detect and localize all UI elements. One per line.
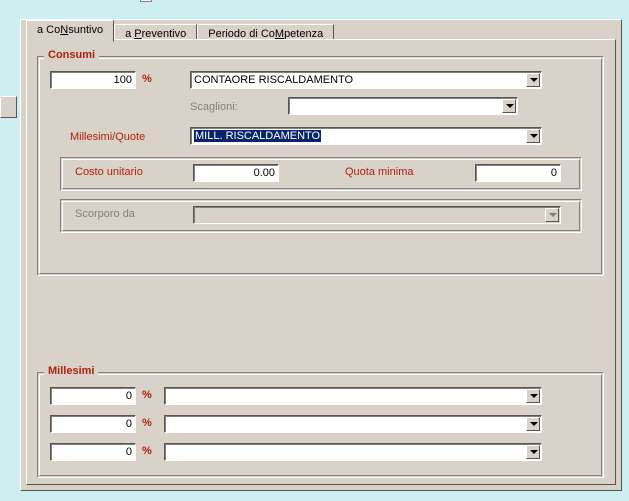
chevron-down-icon[interactable] xyxy=(526,417,540,431)
percent-symbol: % xyxy=(142,445,152,457)
percent-symbol: % xyxy=(142,417,152,429)
millesimi-row2-pct[interactable] xyxy=(50,415,136,433)
millesimi-row2-combo[interactable] xyxy=(164,415,542,433)
tab-body: Consumi % CONTAORE RISCALDAMENTO Scaglio… xyxy=(26,39,616,485)
percent-symbol: % xyxy=(142,73,152,85)
top-option-checkbox[interactable] xyxy=(140,0,152,2)
millesimi-row1-pct[interactable] xyxy=(50,387,136,405)
scaglioni-label: Scaglioni: xyxy=(190,101,238,113)
quota-input[interactable] xyxy=(475,164,561,182)
main-panel: a CoNsuntivo a Preventivo Periodo di CoM… xyxy=(20,19,622,491)
millesimi-quote-combo[interactable]: MILL. RISCALDAMENTO xyxy=(190,127,542,145)
group-scorporo: Scorporo da xyxy=(60,199,582,233)
scaglioni-combo[interactable] xyxy=(288,97,518,115)
chevron-down-icon[interactable] xyxy=(526,73,540,87)
chevron-down-icon[interactable] xyxy=(502,99,516,113)
scorporo-combo xyxy=(193,206,561,224)
millesimi-quote-value: MILL. RISCALDAMENTO xyxy=(194,130,321,142)
chevron-down-icon[interactable] xyxy=(526,389,540,403)
contatore-combo[interactable]: CONTAORE RISCALDAMENTO xyxy=(190,71,542,89)
tab-bar: a CoNsuntivo a Preventivo Periodo di CoM… xyxy=(26,20,334,41)
millesimi-row3-combo[interactable] xyxy=(164,443,542,461)
tab-consuntivo[interactable]: a CoNsuntivo xyxy=(26,20,114,42)
quota-label: Quota minima xyxy=(345,166,413,178)
group-consumi-title: Consumi xyxy=(44,49,99,61)
contatore-value: CONTAORE RISCALDAMENTO xyxy=(194,74,353,86)
group-millesimi: Millesimi % % % xyxy=(37,372,604,478)
millesimi-row3-pct[interactable] xyxy=(50,443,136,461)
left-shim-button[interactable] xyxy=(0,96,17,118)
costo-label: Costo unitario xyxy=(75,166,143,178)
group-costo: Costo unitario Quota minima xyxy=(60,157,582,191)
scorporo-label: Scorporo da xyxy=(75,208,135,220)
group-millesimi-title: Millesimi xyxy=(44,365,98,377)
chevron-down-icon[interactable] xyxy=(526,445,540,459)
group-consumi: Consumi % CONTAORE RISCALDAMENTO Scaglio… xyxy=(37,56,604,276)
top-option-label: Utilizza l'criteri a Preventivo xyxy=(161,0,307,2)
millesimi-row1-combo[interactable] xyxy=(164,387,542,405)
millesimi-quote-label: Millesimi/Quote xyxy=(70,131,145,143)
chevron-down-icon xyxy=(545,208,559,222)
costo-input[interactable] xyxy=(193,164,279,182)
chevron-down-icon[interactable] xyxy=(526,129,540,143)
top-option: Utilizza l'criteri a Preventivo xyxy=(140,0,307,2)
consumi-percent-input[interactable] xyxy=(50,71,136,89)
percent-symbol: % xyxy=(142,389,152,401)
